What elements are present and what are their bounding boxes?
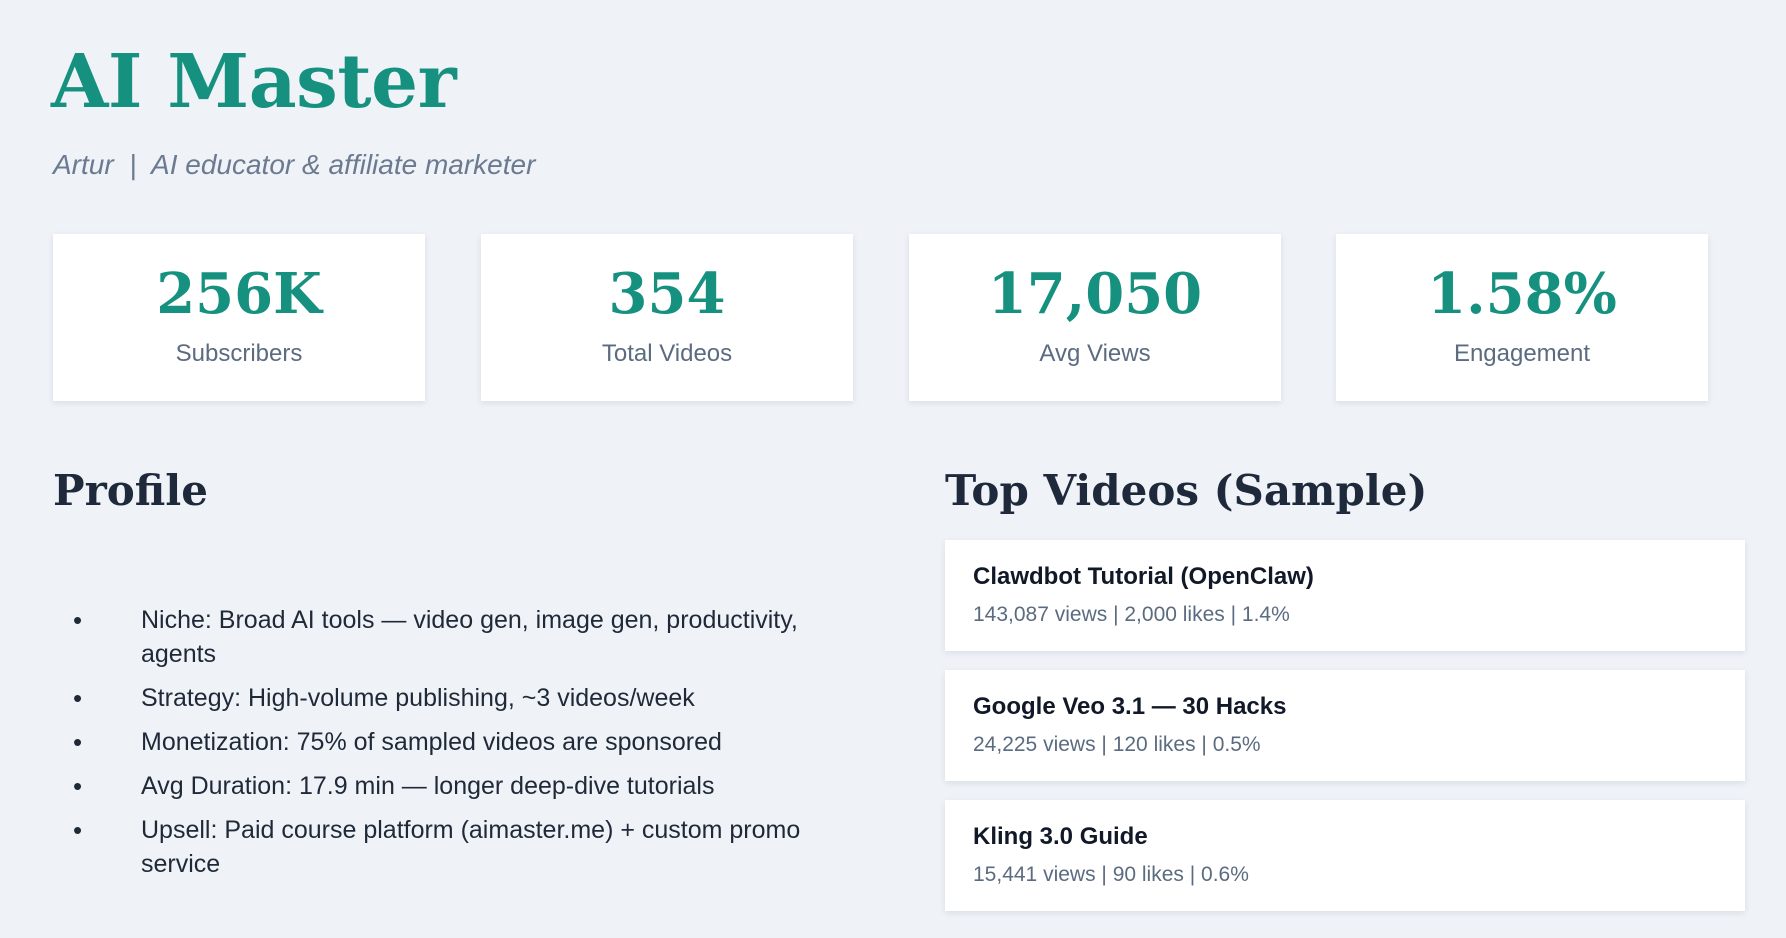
page-subtitle: Artur | AI educator & affiliate marketer	[53, 149, 536, 180]
profile-item: • Strategy: High-volume publishing, ~3 vi…	[53, 681, 853, 715]
stat-value: 256K	[156, 261, 322, 327]
profile-item-text: Avg Duration: 17.9 min — longer deep-div…	[141, 772, 715, 800]
profile-item: • Niche: Broad AI tools — video gen, imag…	[53, 603, 853, 671]
page-title: AI Master	[51, 39, 457, 125]
stat-label: Avg Views	[1039, 340, 1151, 367]
video-stats: 24,225 views | 120 likes | 0.5%	[973, 733, 1261, 756]
stat-value: 1.58%	[1427, 261, 1617, 327]
video-card: Clawdbot Tutorial (OpenClaw) 143,087 vie…	[945, 540, 1745, 651]
bullet-icon: •	[73, 771, 83, 801]
profile-item-text: Upsell: Paid course platform (aimaster.m…	[141, 816, 801, 878]
bullet-icon: •	[73, 815, 83, 845]
stat-card-subscribers: 256K Subscribers	[53, 234, 425, 401]
slide: AI Master Artur | AI educator & affiliat…	[0, 0, 1786, 938]
stat-card-engagement: 1.58% Engagement	[1336, 234, 1708, 401]
video-title: Kling 3.0 Guide	[973, 823, 1148, 850]
top-videos-list: Clawdbot Tutorial (OpenClaw) 143,087 vie…	[945, 540, 1745, 930]
profile-item-text: Monetization: 75% of sampled videos are …	[141, 728, 722, 756]
video-title: Google Veo 3.1 — 30 Hacks	[973, 693, 1287, 720]
video-stats: 15,441 views | 90 likes | 0.6%	[973, 863, 1249, 886]
stat-card-total-videos: 354 Total Videos	[481, 234, 853, 401]
video-card: Google Veo 3.1 — 30 Hacks 24,225 views |…	[945, 670, 1745, 781]
profile-item-text: Strategy: High-volume publishing, ~3 vid…	[141, 684, 695, 712]
stat-card-avg-views: 17,050 Avg Views	[909, 234, 1281, 401]
stat-value: 17,050	[987, 261, 1203, 327]
bullet-icon: •	[73, 683, 83, 713]
stat-label: Subscribers	[175, 340, 303, 367]
profile-item: • Avg Duration: 17.9 min — longer deep-di…	[53, 769, 853, 803]
profile-heading: Profile	[53, 466, 208, 515]
video-card: Kling 3.0 Guide 15,441 views | 90 likes …	[945, 800, 1745, 911]
stat-label: Total Videos	[601, 340, 733, 367]
bullet-icon: •	[73, 727, 83, 757]
video-stats: 143,087 views | 2,000 likes | 1.4%	[973, 603, 1290, 626]
stat-label: Engagement	[1453, 340, 1591, 367]
profile-item: • Monetization: 75% of sampled videos are…	[53, 725, 853, 759]
profile-item: • Upsell: Paid course platform (aimaster.…	[53, 813, 853, 881]
video-title: Clawdbot Tutorial (OpenClaw)	[973, 563, 1314, 590]
stats-row: 256K Subscribers 354 Total Videos 17,050…	[53, 234, 1708, 401]
profile-list: • Niche: Broad AI tools — video gen, imag…	[53, 603, 853, 891]
bullet-icon: •	[73, 605, 83, 635]
profile-item-text: Niche: Broad AI tools — video gen, image…	[141, 606, 798, 668]
top-videos-heading: Top Videos (Sample)	[945, 466, 1428, 515]
stat-value: 354	[608, 261, 726, 327]
